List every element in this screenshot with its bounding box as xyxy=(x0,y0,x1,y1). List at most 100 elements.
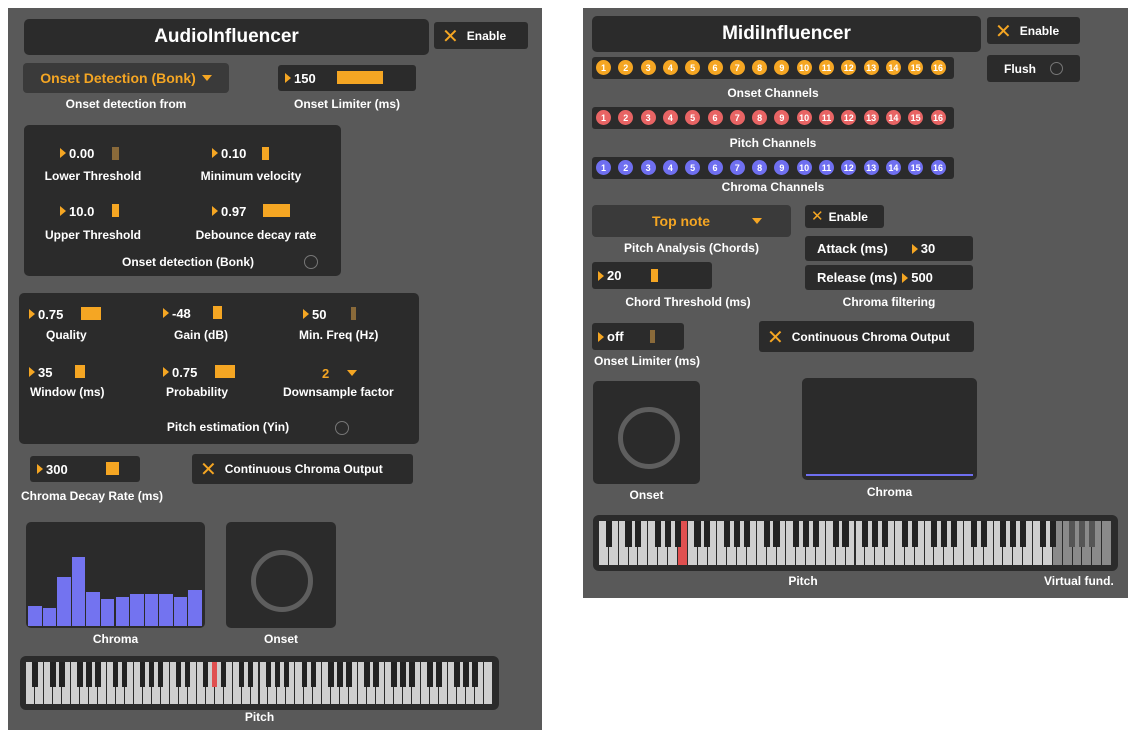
black-key[interactable] xyxy=(247,662,254,688)
onset-channel-6[interactable]: 6 xyxy=(707,60,723,75)
probability-number[interactable]: 0.75 xyxy=(156,363,216,381)
chroma-decay-number[interactable]: 300 xyxy=(30,456,140,482)
pitch-channel-7[interactable]: 7 xyxy=(729,110,745,125)
black-key[interactable] xyxy=(862,521,869,548)
onset-channel-3[interactable]: 3 xyxy=(640,60,656,75)
black-key[interactable] xyxy=(364,662,370,688)
black-key[interactable] xyxy=(812,521,819,548)
onset-channel-11[interactable]: 11 xyxy=(819,60,834,75)
black-key[interactable] xyxy=(1089,521,1096,548)
minfreq-number[interactable]: 50 xyxy=(296,305,356,323)
onset-limiter-slider[interactable] xyxy=(337,71,383,84)
black-key[interactable] xyxy=(427,662,433,688)
black-key[interactable] xyxy=(694,521,701,548)
black-key[interactable] xyxy=(724,521,731,548)
black-key[interactable] xyxy=(373,662,379,688)
black-key[interactable] xyxy=(1079,521,1086,548)
chroma-channel-15[interactable]: 15 xyxy=(908,160,924,175)
chord-threshold-slider[interactable] xyxy=(651,269,658,282)
black-key[interactable] xyxy=(346,662,352,688)
lower-threshold-slider[interactable] xyxy=(112,147,119,160)
chroma-channel-1[interactable]: 1 xyxy=(596,160,611,175)
onset-channel-2[interactable]: 2 xyxy=(618,60,634,75)
black-key[interactable] xyxy=(832,521,839,548)
chroma-channel-5[interactable]: 5 xyxy=(685,160,701,175)
black-key[interactable] xyxy=(148,662,155,688)
black-key[interactable] xyxy=(59,662,65,688)
pitch-channel-5[interactable]: 5 xyxy=(685,110,701,125)
black-key[interactable] xyxy=(625,521,632,548)
midi-onset-limiter-number[interactable]: off xyxy=(592,323,684,350)
black-key[interactable] xyxy=(436,662,442,688)
onset-channel-13[interactable]: 13 xyxy=(863,60,879,75)
pitch-channel-13[interactable]: 13 xyxy=(863,110,879,125)
midi-onset-limiter-slider[interactable] xyxy=(650,330,655,343)
black-key[interactable] xyxy=(463,662,469,688)
chroma-channel-4[interactable]: 4 xyxy=(662,160,678,175)
onset-channel-10[interactable]: 10 xyxy=(796,60,812,75)
chroma-channel-6[interactable]: 6 xyxy=(707,160,723,175)
pitch-channel-8[interactable]: 8 xyxy=(752,110,768,125)
black-key[interactable] xyxy=(283,662,290,688)
black-key[interactable] xyxy=(1000,521,1007,548)
black-key[interactable] xyxy=(184,662,191,688)
pitch-channel-4[interactable]: 4 xyxy=(662,110,678,125)
black-key[interactable] xyxy=(112,662,119,688)
onset-channel-1[interactable]: 1 xyxy=(596,60,611,75)
window-slider[interactable] xyxy=(75,365,85,378)
filter-enable-toggle[interactable]: ✕ Enable xyxy=(805,205,884,228)
chroma-channel-7[interactable]: 7 xyxy=(729,160,745,175)
audio-pitch-keyboard[interactable] xyxy=(20,656,499,710)
black-key[interactable] xyxy=(301,662,308,688)
min-velocity-slider[interactable] xyxy=(262,147,269,160)
onset-channel-7[interactable]: 7 xyxy=(729,60,745,75)
black-key[interactable] xyxy=(842,521,849,548)
upper-threshold-slider[interactable] xyxy=(112,204,119,217)
black-key[interactable] xyxy=(950,521,958,548)
chroma-channel-12[interactable]: 12 xyxy=(841,160,857,175)
chroma-channel-16[interactable]: 16 xyxy=(930,160,946,175)
black-key[interactable] xyxy=(733,521,741,548)
black-key[interactable] xyxy=(1010,521,1017,548)
pitch-channel-6[interactable]: 6 xyxy=(707,110,723,125)
downsample-menu[interactable]: 2 xyxy=(322,364,392,382)
pitch-channel-2[interactable]: 2 xyxy=(618,110,634,125)
bonk-radio[interactable] xyxy=(304,255,318,269)
pitch-channel-15[interactable]: 15 xyxy=(908,110,924,125)
quality-slider[interactable] xyxy=(81,307,101,320)
black-key[interactable] xyxy=(211,662,218,688)
gain-slider[interactable] xyxy=(213,306,222,319)
black-key[interactable] xyxy=(265,662,272,688)
black-key[interactable] xyxy=(773,521,780,548)
black-key[interactable] xyxy=(931,521,938,548)
onset-channel-15[interactable]: 15 xyxy=(908,60,924,75)
pitch-channel-9[interactable]: 9 xyxy=(774,110,790,125)
black-key[interactable] xyxy=(872,521,879,548)
black-key[interactable] xyxy=(664,521,671,548)
black-key[interactable] xyxy=(911,521,918,548)
black-key[interactable] xyxy=(743,521,750,548)
black-key[interactable] xyxy=(32,662,38,688)
pitch-channel-10[interactable]: 10 xyxy=(796,110,812,125)
onset-channel-12[interactable]: 12 xyxy=(841,60,857,75)
onset-channel-4[interactable]: 4 xyxy=(662,60,678,75)
midi-enable-toggle[interactable]: ✕ Enable xyxy=(987,17,1080,44)
chroma-channel-10[interactable]: 10 xyxy=(796,160,812,175)
white-key[interactable] xyxy=(1102,521,1111,565)
chroma-channel-11[interactable]: 11 xyxy=(819,160,834,175)
onset-channel-16[interactable]: 16 xyxy=(930,60,946,75)
black-key[interactable] xyxy=(202,662,209,688)
chroma-channel-8[interactable]: 8 xyxy=(752,160,768,175)
black-key[interactable] xyxy=(674,521,681,548)
black-key[interactable] xyxy=(337,662,343,688)
quality-number[interactable]: 0.75 xyxy=(22,305,82,323)
minfreq-slider[interactable] xyxy=(351,307,356,320)
window-number[interactable]: 35 xyxy=(22,363,82,381)
black-key[interactable] xyxy=(85,662,92,688)
black-key[interactable] xyxy=(803,521,810,548)
chroma-decay-slider[interactable] xyxy=(106,462,119,475)
onset-channel-9[interactable]: 9 xyxy=(774,60,790,75)
pitch-channel-14[interactable]: 14 xyxy=(885,110,901,125)
black-key[interactable] xyxy=(238,662,245,688)
black-key[interactable] xyxy=(175,662,182,688)
